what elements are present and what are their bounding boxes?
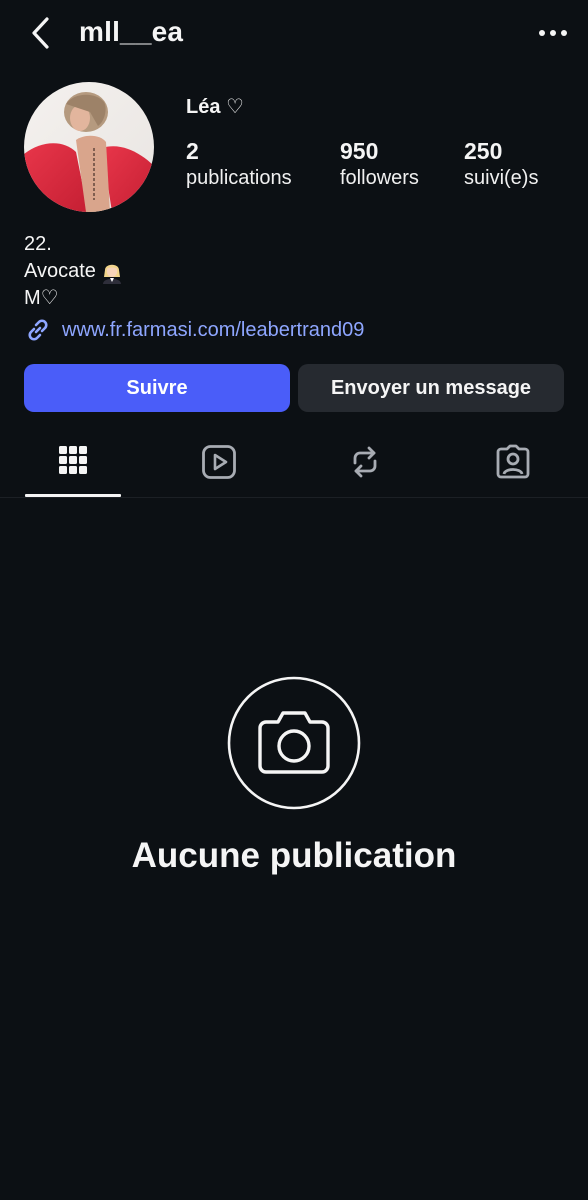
camera-icon xyxy=(227,676,361,810)
bio-text: 22. xyxy=(24,233,52,255)
grid-icon xyxy=(59,446,87,474)
stat-following[interactable]: 250 suivi(e)s xyxy=(464,137,538,191)
link-icon xyxy=(28,319,48,341)
bio-line: Avocate xyxy=(24,258,124,285)
display-name-text: Léa ♡ xyxy=(186,96,244,118)
back-button[interactable] xyxy=(22,14,62,54)
profile-bio: 22. Avocate M♡ xyxy=(24,231,124,312)
stat-label: suivi(e)s xyxy=(464,167,539,189)
stat-value: 2 xyxy=(186,138,199,164)
tab-tagged[interactable] xyxy=(465,436,561,494)
more-horizontal-icon xyxy=(539,30,567,36)
profile-page: mll__ea Léa ♡ 2 publications 950 followe… xyxy=(0,0,588,1200)
profile-website-link[interactable]: www.fr.farmasi.com/leabertrand09 xyxy=(24,316,364,344)
tabs-divider xyxy=(0,497,588,498)
profile-avatar[interactable] xyxy=(24,82,154,212)
empty-state-title: Aucune publication xyxy=(131,836,457,875)
empty-state-icon xyxy=(227,676,361,810)
chevron-left-icon xyxy=(32,17,49,49)
stat-value: 250 xyxy=(464,138,503,164)
top-bar: mll__ea xyxy=(0,0,588,70)
profile-display-name: Léa ♡ xyxy=(186,94,244,119)
profile-tabs xyxy=(0,436,588,500)
stat-publications: 2 publications xyxy=(186,137,292,191)
stat-followers[interactable]: 950 followers xyxy=(340,137,419,191)
tab-reposts[interactable] xyxy=(317,436,413,494)
reels-icon xyxy=(202,445,236,479)
tab-reels[interactable] xyxy=(171,436,267,494)
tab-posts-grid[interactable] xyxy=(25,436,121,494)
stat-label: publications xyxy=(186,167,292,189)
avatar-photo xyxy=(24,82,154,212)
bio-text: Avocate xyxy=(24,260,96,282)
profile-username: mll__ea xyxy=(79,16,184,47)
send-message-button[interactable]: Envoyer un message xyxy=(298,364,564,412)
woman-judge-emoji xyxy=(102,264,121,284)
bio-line: 22. xyxy=(24,231,124,258)
stat-label: followers xyxy=(340,167,419,189)
follow-button[interactable]: Suivre xyxy=(24,364,290,412)
bio-line: M♡ xyxy=(24,285,124,312)
stat-value: 950 xyxy=(340,138,379,164)
more-options-button[interactable] xyxy=(536,20,570,48)
website-link-text[interactable]: www.fr.farmasi.com/leabertrand09 xyxy=(62,319,364,342)
tagged-icon xyxy=(496,444,530,479)
bio-text: M♡ xyxy=(24,287,59,309)
repost-icon xyxy=(353,446,377,478)
